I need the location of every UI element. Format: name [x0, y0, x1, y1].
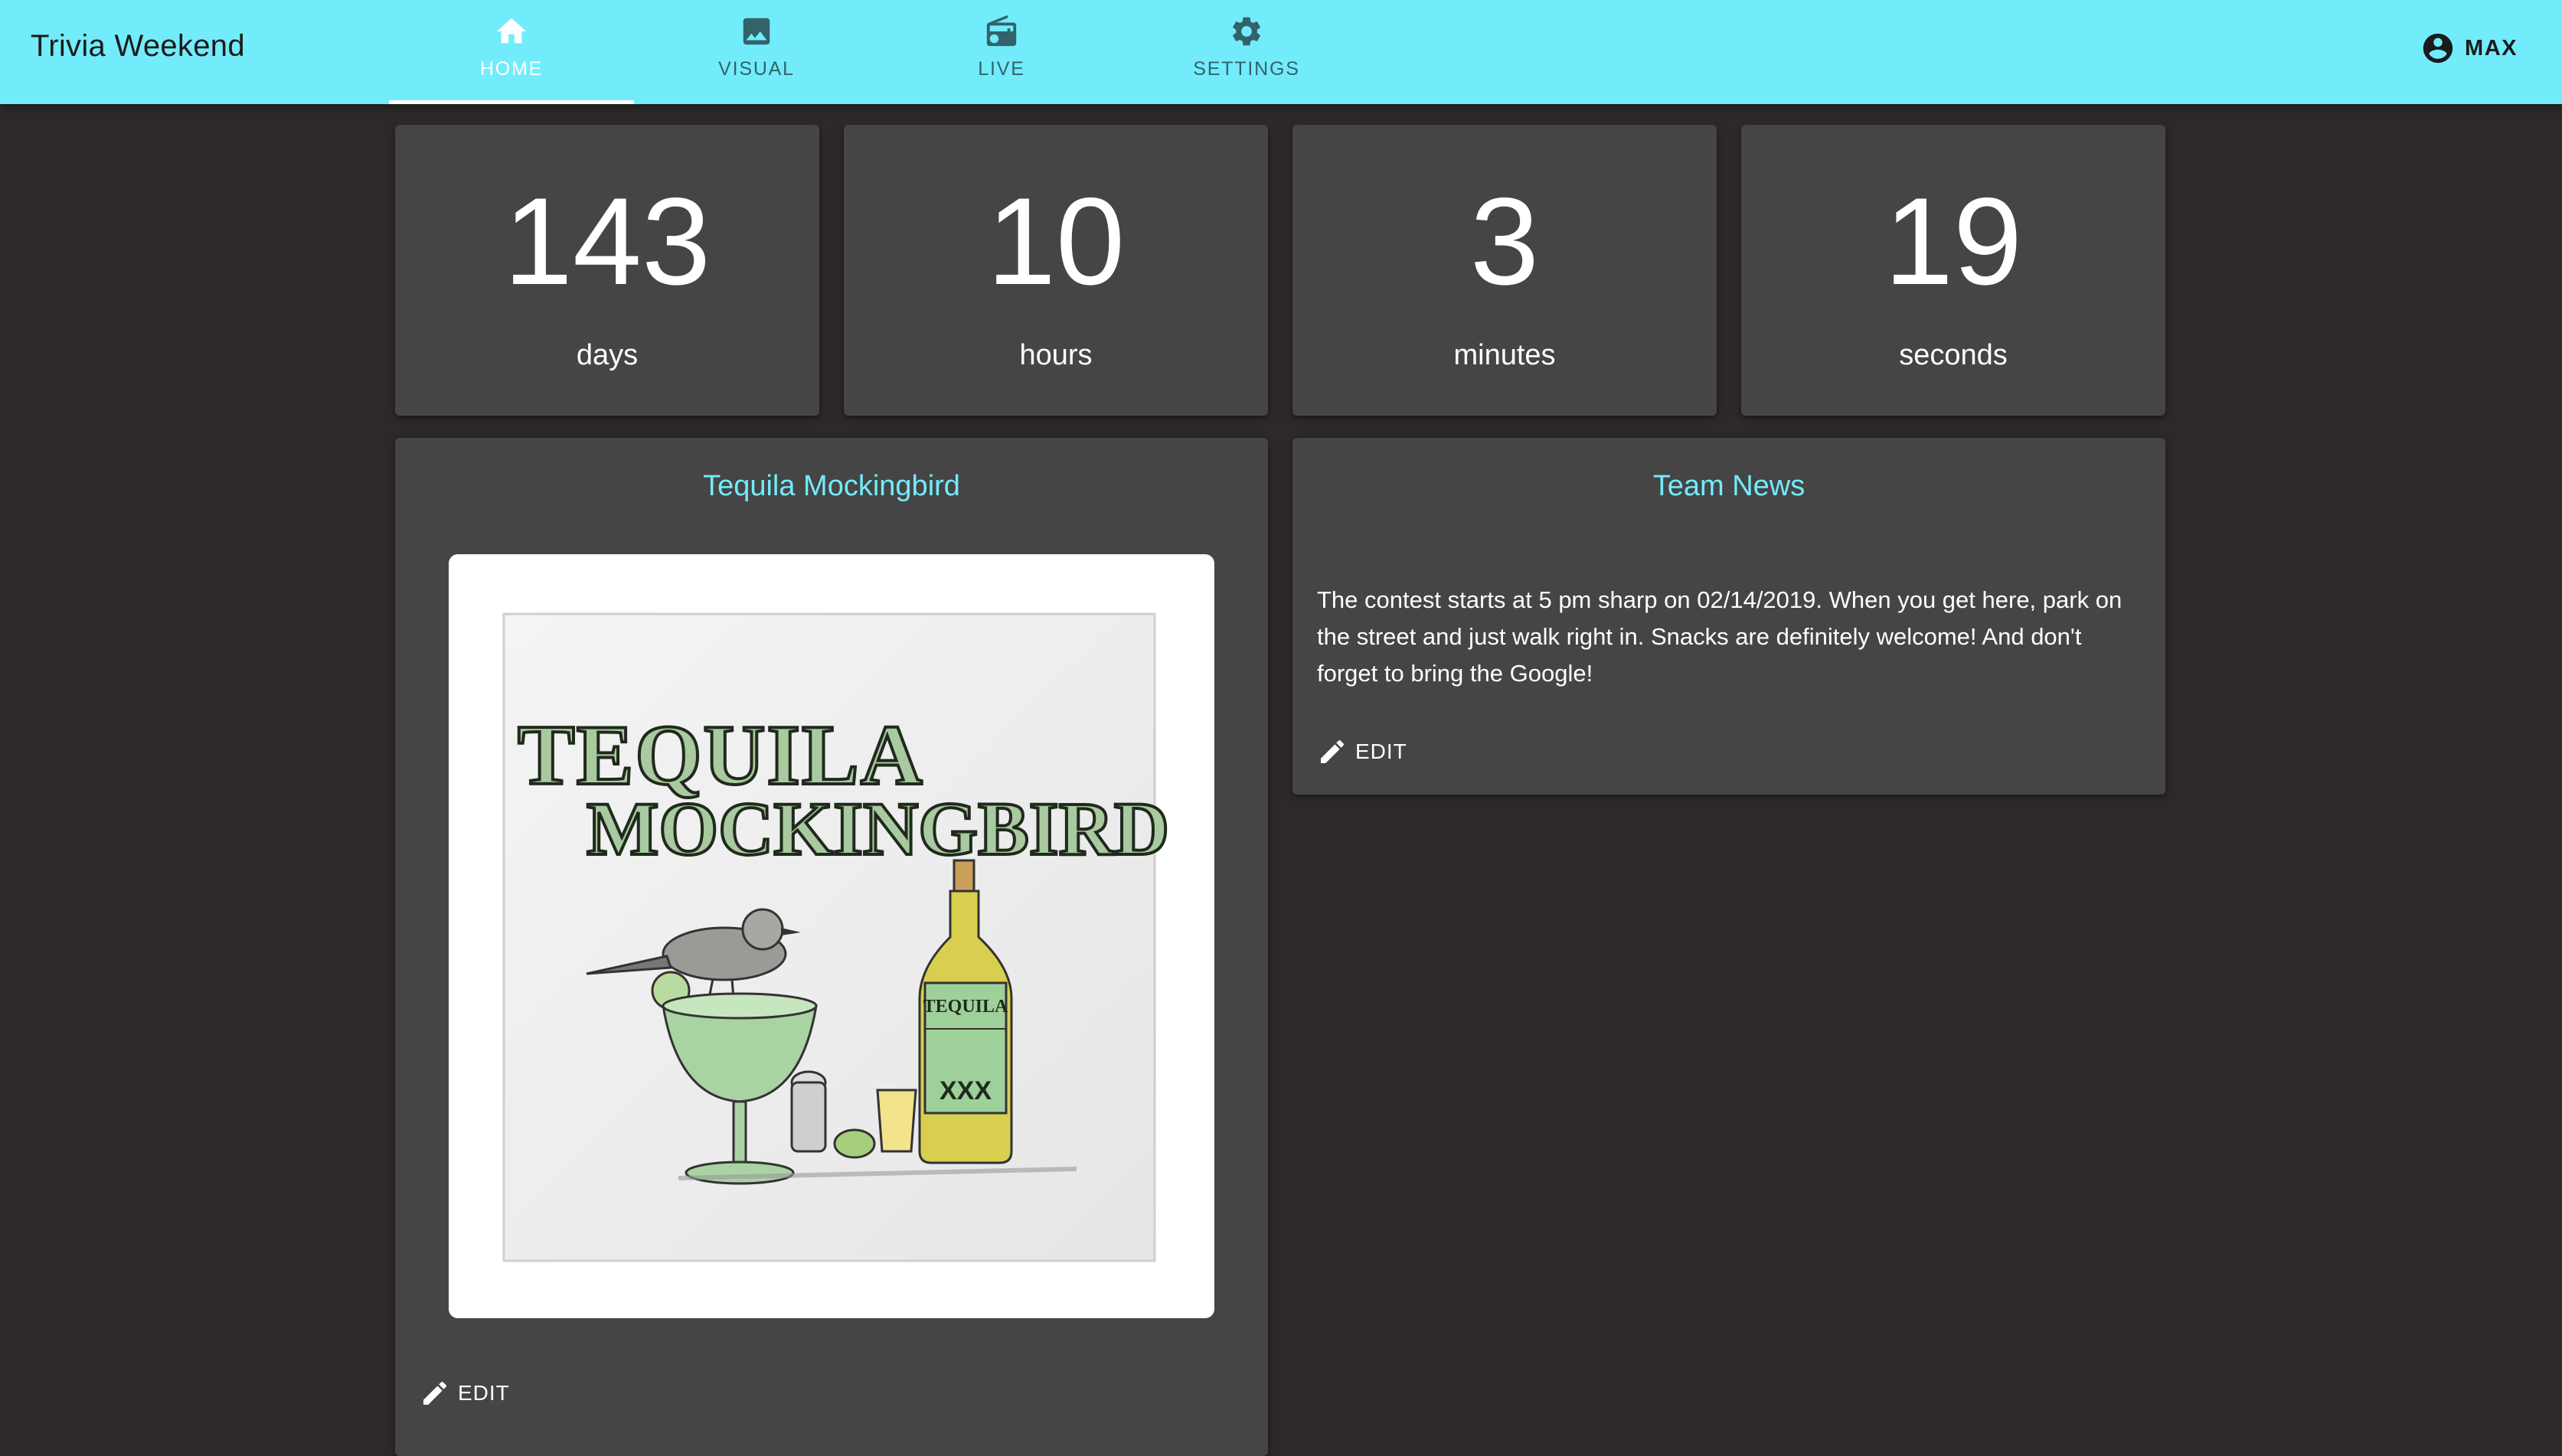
team-news-title: Team News — [1652, 470, 1805, 502]
countdown-hours-value: 10 — [986, 172, 1126, 311]
team-title: Tequila Mockingbird — [703, 470, 960, 502]
team-card: Tequila Mockingbird TEQUILA MOCKINGBIRD — [395, 438, 1268, 1456]
team-logo-image: TEQUILA MOCKINGBIRD TEQUILA XXX — [449, 554, 1214, 1318]
countdown-hours-label: hours — [1019, 339, 1093, 371]
countdown-minutes-value: 3 — [1469, 172, 1540, 311]
countdown-seconds-card: 19 seconds — [1741, 125, 2165, 416]
tab-visual[interactable]: VISUAL — [634, 0, 879, 104]
salt-shaker-drawing — [790, 1070, 827, 1153]
team-news-card: Team News The contest starts at 5 pm sha… — [1292, 438, 2165, 795]
tab-settings[interactable]: SETTINGS — [1124, 0, 1369, 104]
team-edit-label: EDIT — [458, 1381, 510, 1405]
top-app-bar: Trivia Weekend HOME VISUAL LIVE SETTINGS… — [0, 0, 2562, 104]
tab-live[interactable]: LIVE — [879, 0, 1124, 104]
bottle-xxx-text: XXX — [940, 1076, 992, 1105]
gear-icon — [1233, 17, 1260, 46]
countdown-minutes-label: minutes — [1453, 339, 1556, 371]
countdown-seconds-label: seconds — [1899, 339, 2008, 371]
home-icon — [496, 18, 527, 44]
countdown-seconds-value: 19 — [1884, 172, 2023, 311]
user-menu[interactable]: MAX — [2420, 31, 2518, 66]
radio-icon — [986, 15, 1017, 47]
user-name: MAX — [2465, 35, 2518, 60]
image-icon — [743, 18, 770, 45]
pencil-icon — [423, 1381, 447, 1405]
app-title: Trivia Weekend — [31, 29, 245, 63]
tab-home-label: HOME — [479, 58, 544, 80]
account-circle-icon — [2423, 33, 2453, 64]
pencil-icon — [1321, 739, 1345, 763]
shot-glass-drawing — [876, 1089, 917, 1153]
tab-home[interactable]: HOME — [389, 0, 634, 104]
active-tab-indicator — [389, 100, 634, 104]
tab-live-label: LIVE — [978, 58, 1025, 80]
team-edit-button[interactable]: EDIT — [420, 1378, 510, 1409]
logo-text-line-2: MOCKINGBIRD — [587, 786, 1169, 871]
tab-settings-label: SETTINGS — [1193, 58, 1300, 80]
news-edit-label: EDIT — [1355, 739, 1407, 763]
countdown-days-value: 143 — [503, 172, 711, 311]
countdown-hours-card: 10 hours — [844, 125, 1268, 416]
countdown-days-card: 143 days — [395, 125, 819, 416]
bottle-label-text: TEQUILA — [923, 997, 1008, 1017]
team-logo-artwork: TEQUILA MOCKINGBIRD TEQUILA XXX — [502, 612, 1171, 1262]
countdown-days-label: days — [576, 339, 639, 371]
tab-visual-label: VISUAL — [718, 58, 795, 80]
team-news-body: The contest starts at 5 pm sharp on 02/1… — [1317, 586, 2122, 687]
news-edit-button[interactable]: EDIT — [1317, 736, 1407, 767]
countdown-minutes-card: 3 minutes — [1292, 125, 1717, 416]
lime-drawing — [833, 1128, 876, 1159]
